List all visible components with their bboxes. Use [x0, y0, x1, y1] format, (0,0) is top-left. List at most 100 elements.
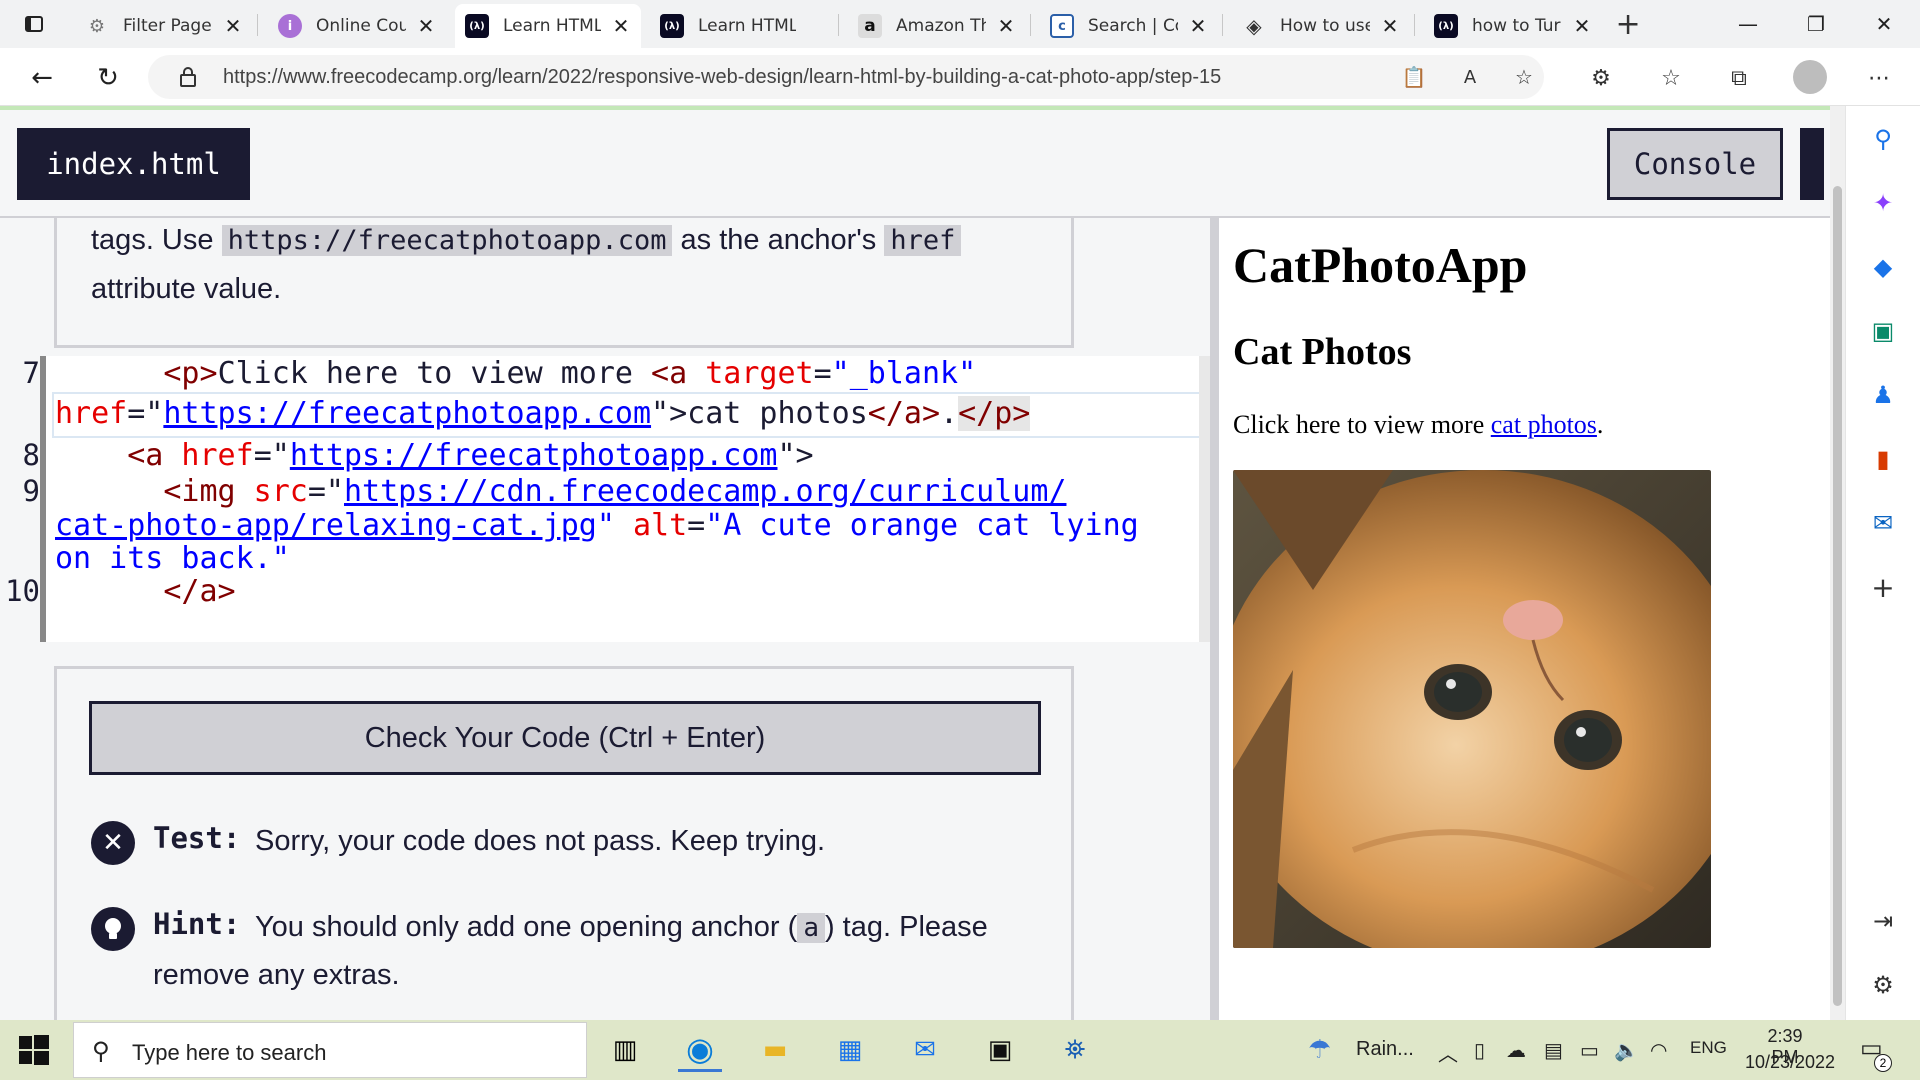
fail-x-icon: ✕	[91, 821, 135, 865]
taskbar-search-box[interactable]: ⚲ Type here to search	[73, 1022, 587, 1078]
tools-icon[interactable]: ▣	[1868, 316, 1898, 346]
browser-tab-7[interactable]: (λ) how to Tur ✕	[1424, 4, 1602, 48]
code-line-9c[interactable]: on its back."	[55, 541, 290, 576]
refresh-icon[interactable]: ↻	[90, 60, 126, 96]
profile-avatar[interactable]	[1793, 60, 1827, 94]
notification-count-badge: 2	[1874, 1054, 1892, 1072]
code-token: src	[235, 474, 308, 509]
collections-icon[interactable]: ⧉	[1722, 61, 1756, 95]
meet-icon[interactable]: ▯	[1474, 1038, 1485, 1063]
discover-sparkle-icon[interactable]: ✦	[1868, 188, 1898, 218]
hide-sidebar-icon[interactable]: ⇥	[1868, 906, 1898, 936]
lock-icon[interactable]	[174, 63, 202, 91]
minimize-icon[interactable]: —	[1714, 0, 1782, 48]
read-aloud-icon[interactable]: A	[1456, 63, 1484, 91]
address-bar[interactable]: https://www.freecodecamp.org/learn/2022/…	[148, 55, 1544, 99]
instructions-box: tags. Use https://freecatphotoapp.com as…	[54, 218, 1074, 348]
line-number: 8	[22, 438, 40, 472]
url-text[interactable]: https://www.freecodecamp.org/learn/2022/…	[223, 66, 1221, 89]
code-line-10[interactable]: </a>	[55, 574, 235, 609]
pane-resize-handle[interactable]	[1210, 218, 1219, 1020]
close-tab-icon[interactable]: ✕	[416, 14, 436, 38]
browser-tab-0[interactable]: ⚙ Filter Page ✕	[75, 4, 253, 48]
search-icon[interactable]: ⚲	[1868, 124, 1898, 154]
browser-tab-3[interactable]: (λ) Learn HTML	[650, 4, 828, 48]
show-hidden-icons-icon[interactable]: ︿	[1438, 1038, 1458, 1067]
code-token: <a	[127, 438, 164, 473]
close-tab-icon[interactable]: ✕	[223, 14, 243, 38]
code-line-8[interactable]: <a href="https://freecatphotoapp.com">	[55, 438, 813, 473]
add-sidebar-app-icon[interactable]: +	[1868, 571, 1898, 604]
new-tab-icon[interactable]: +	[1615, 7, 1640, 42]
back-icon[interactable]: ←	[24, 60, 60, 96]
edge-sidebar: ⚲ ✦ ◆ ▣ ♟ ▮ ✉ + ⇥ ⚙	[1845, 106, 1920, 1020]
shopping-tag-icon[interactable]: ◆	[1868, 252, 1898, 282]
tab-title: How to use	[1280, 16, 1370, 36]
file-tab-index-html[interactable]: index.html	[17, 128, 250, 200]
browser-tab-1[interactable]: i Online Cou ✕	[268, 4, 446, 48]
code-line-9b[interactable]: cat-photo-app/relaxing-cat.jpg" alt="A c…	[55, 508, 1139, 543]
office-icon[interactable]: ▮	[1868, 444, 1898, 474]
mail-icon[interactable]: ✉	[903, 1028, 947, 1072]
cat-photos-link[interactable]: cat photos	[1491, 410, 1597, 439]
remote-desktop-icon[interactable]: ⛯	[1053, 1028, 1097, 1072]
check-code-button[interactable]: Check Your Code (Ctrl + Enter)	[89, 701, 1041, 775]
browser-tab-2-active[interactable]: (λ) Learn HTML ✕	[455, 4, 641, 48]
test-message: Sorry, your code does not pass. Keep try…	[255, 825, 826, 857]
language-indicator[interactable]: ENG	[1690, 1038, 1727, 1058]
device-icon[interactable]: ▤	[1544, 1038, 1563, 1063]
close-window-icon[interactable]: ✕	[1850, 0, 1918, 48]
code-line-9a[interactable]: <img src="https://cdn.freecodecamp.org/c…	[55, 474, 1066, 509]
inline-code: a	[797, 913, 825, 943]
close-tab-icon[interactable]: ✕	[611, 14, 631, 38]
weather-rain-icon[interactable]: ☂	[1308, 1034, 1331, 1065]
clipboard-icon[interactable]: 📋	[1400, 63, 1428, 91]
wifi-icon[interactable]: ◠	[1650, 1038, 1667, 1063]
clock-date[interactable]: 10/23/2022	[1740, 1052, 1840, 1073]
code-token: https://freecatphotoapp.com	[289, 438, 778, 473]
close-tab-icon[interactable]: ✕	[996, 14, 1016, 38]
tab-actions-icon[interactable]	[22, 12, 46, 36]
editor-scrollbar[interactable]	[1199, 356, 1210, 642]
browser-tab-6[interactable]: ◈ How to use ✕	[1232, 4, 1410, 48]
add-favorite-icon[interactable]: ☆	[1510, 63, 1538, 91]
code-line-7a[interactable]: <p>Click here to view more <a target="_b…	[55, 356, 976, 391]
task-view-icon[interactable]: ▥	[603, 1028, 647, 1072]
onedrive-cloud-icon[interactable]: ☁	[1506, 1038, 1526, 1063]
scrollbar-thumb[interactable]	[1833, 186, 1842, 1006]
file-explorer-icon[interactable]: ▬	[753, 1028, 797, 1072]
windows-start-icon[interactable]	[18, 1034, 50, 1066]
edge-browser-icon[interactable]: ◉	[678, 1028, 722, 1072]
extensions-icon[interactable]: ⚙	[1584, 61, 1618, 95]
close-tab-icon[interactable]: ✕	[1380, 14, 1400, 38]
code-token: =	[687, 508, 706, 543]
page-scrollbar[interactable]	[1830, 106, 1845, 1020]
microsoft-store-icon[interactable]: ▦	[828, 1028, 872, 1072]
browser-tab-5[interactable]: c Search | Co ✕	[1040, 4, 1218, 48]
favorites-icon[interactable]: ☆	[1654, 61, 1688, 95]
console-button[interactable]: Console	[1607, 128, 1783, 200]
code-token: alt	[614, 508, 688, 543]
weather-text[interactable]: Rain...	[1356, 1038, 1414, 1061]
hint-text: You should only add one opening anchor (	[255, 911, 798, 943]
close-tab-icon[interactable]: ✕	[1188, 14, 1208, 38]
close-tab-icon[interactable]: ✕	[1572, 14, 1592, 38]
more-options-icon[interactable]: ⋯	[1862, 61, 1896, 95]
terminal-icon[interactable]: ▣	[978, 1028, 1022, 1072]
code-line-7b[interactable]: href="https://freecatphotoapp.com">cat p…	[55, 396, 1031, 431]
outlook-icon[interactable]: ✉	[1868, 508, 1898, 538]
code-token: ="	[307, 474, 344, 509]
battery-icon[interactable]: ▭	[1580, 1038, 1599, 1063]
restore-icon[interactable]: ❐	[1782, 0, 1850, 48]
browser-tab-4[interactable]: a Amazon Th ✕	[848, 4, 1026, 48]
code-editor[interactable]: 7 8 9 10 <p>Click here to view more <a t…	[0, 356, 1210, 642]
settings-gear-icon[interactable]: ⚙	[1868, 970, 1898, 1000]
games-icon[interactable]: ♟	[1868, 380, 1898, 410]
volume-icon[interactable]: 🔈	[1614, 1038, 1639, 1063]
inline-code: href	[884, 225, 962, 256]
code-token: ="	[253, 438, 290, 473]
lightbulb-icon	[91, 907, 135, 951]
instruction-line: attribute value.	[91, 273, 282, 305]
